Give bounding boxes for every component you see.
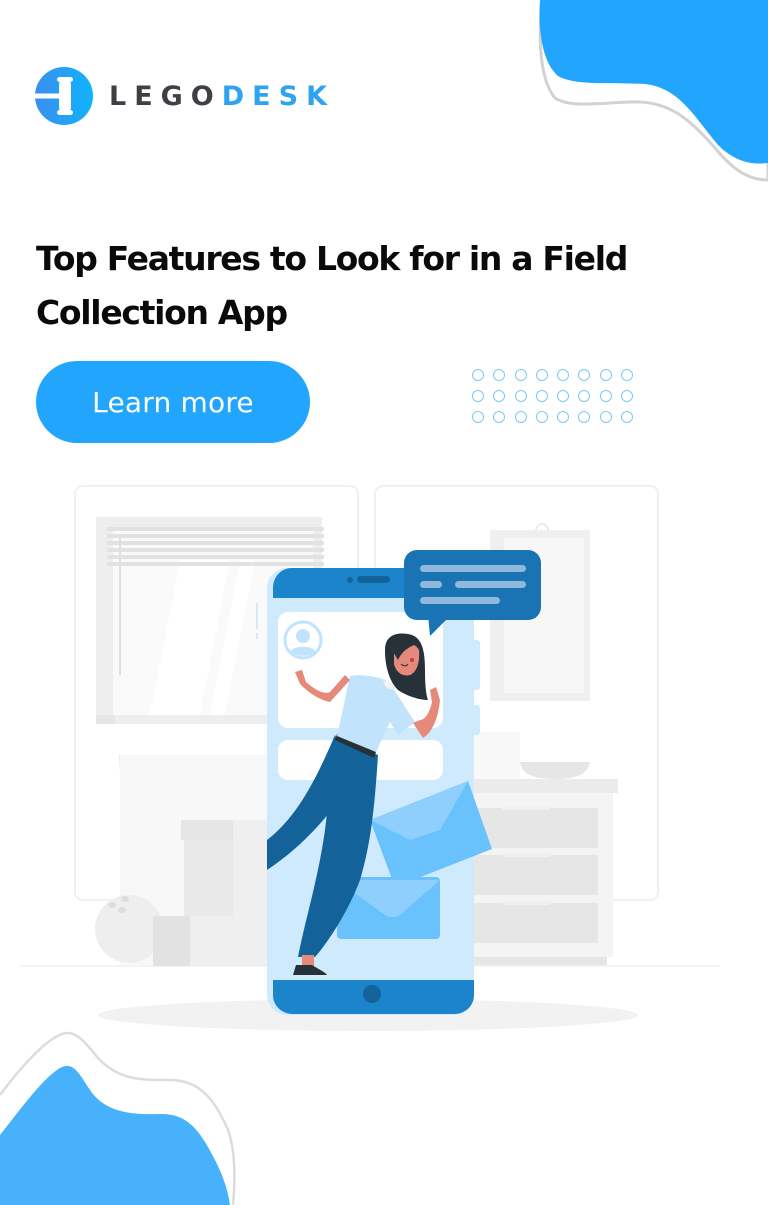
decorative-dot	[599, 390, 612, 402]
hero-illustration	[20, 485, 720, 1031]
user-avatar-icon	[283, 620, 323, 660]
decorative-dot	[599, 369, 612, 381]
decorative-dot	[621, 390, 634, 402]
bowling-ball	[95, 895, 163, 963]
decorative-dot	[535, 411, 548, 423]
decorative-dot	[535, 390, 548, 402]
brand-name-part1: LEGO	[109, 80, 222, 112]
decorative-dot	[578, 369, 591, 381]
decorative-dot	[557, 411, 570, 423]
decorative-dot	[621, 369, 634, 381]
decorative-dot	[472, 369, 484, 381]
decorative-dot-grid	[472, 369, 634, 423]
brand-name-part2: DESK	[221, 80, 335, 112]
brand-name: LEGO DESK	[109, 81, 335, 112]
page-title: Top Features to Look for in a Field Coll…	[36, 239, 628, 332]
decorative-blob-bottom	[0, 1031, 236, 1205]
decorative-dot	[557, 390, 570, 402]
decorative-dot	[557, 369, 570, 381]
learn-more-button[interactable]: Learn more	[36, 361, 310, 443]
decorative-dot	[493, 369, 506, 381]
decorative-dot	[472, 390, 484, 402]
decorative-blob-top	[538, 0, 768, 182]
decorative-dot	[493, 390, 506, 402]
brand-logo[interactable]: LEGO DESK	[35, 66, 335, 126]
decorative-dot	[621, 411, 634, 423]
decorative-dot	[514, 411, 527, 423]
decorative-dot	[578, 390, 591, 402]
decorative-dot	[535, 369, 548, 381]
decorative-dot	[599, 411, 612, 423]
decorative-dot	[578, 411, 591, 423]
decorative-dot	[472, 411, 484, 423]
decorative-dot	[514, 390, 527, 402]
decorative-dot	[514, 369, 527, 381]
decorative-dot	[493, 411, 506, 423]
gavel-icon	[35, 67, 93, 125]
